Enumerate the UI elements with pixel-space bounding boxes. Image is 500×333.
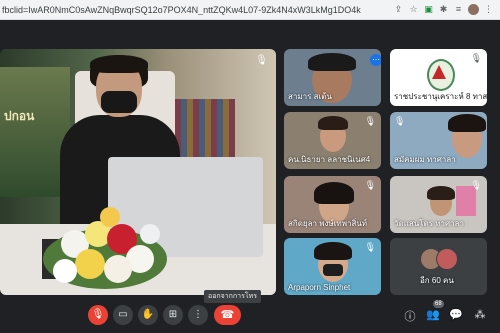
mic-off-icon: 🎙 (364, 116, 376, 126)
participant-name: ราชประชานุเคราะห์ 8 ทาสาลา (394, 92, 487, 101)
participant-tile[interactable]: 🎙 สกิดยุลา พงษ์เทพาสิ่นท์ (284, 176, 381, 233)
camera-toggle-button[interactable]: ▭ (113, 305, 133, 325)
chat-icon[interactable]: 💬 (448, 308, 464, 321)
poster-text: ปกอน (4, 109, 35, 123)
face-mask (323, 264, 343, 276)
profile-avatar[interactable] (468, 4, 479, 15)
participant-tile[interactable]: ⋯ สามาร สเต้น (284, 49, 381, 106)
mic-off-icon: 🎙 (470, 180, 482, 190)
info-icon[interactable]: ⓘ (402, 308, 418, 324)
more-options-button[interactable]: ⋮ (188, 305, 208, 325)
reading-list-icon[interactable]: ≡ (453, 4, 464, 15)
participant-name: คน.นิธายา ลลาชนิเนศ4 (288, 155, 371, 164)
url-text[interactable]: fbclid=IwAR0NmC0sAwZNqBwqrSQ12o7POX4N_nt… (0, 5, 393, 15)
browser-url-bar[interactable]: fbclid=IwAR0NmC0sAwZNqBwqrSQ12o7POX4N_nt… (0, 0, 500, 20)
main-speaker-video[interactable]: ปกอน 🎙 (0, 49, 276, 295)
menu-icon[interactable]: ⋮ (483, 4, 494, 15)
extension-icon[interactable]: ▣ (423, 4, 434, 15)
participant-tile[interactable]: 🎙 ราชประชานุเคราะห์ 8 ทาสาลา (390, 49, 487, 106)
participant-tile[interactable]: 🎙 คน.นิธายา ลลาชนิเนศ4 (284, 112, 381, 169)
raise-hand-button[interactable]: ✋ (138, 305, 158, 325)
end-call-button[interactable]: ☎ (214, 305, 241, 325)
mic-off-icon: 🎙 (255, 55, 268, 66)
participant-tile[interactable]: 🎙 Arpaporn Sinphet (284, 238, 381, 295)
flower-arrangement (43, 207, 167, 289)
mic-toggle-button[interactable]: 🎙 (88, 305, 108, 325)
present-screen-button[interactable]: ⊞ (163, 305, 183, 325)
participant-name: Arpaporn Sinphet (288, 283, 351, 292)
more-participants-tile[interactable]: อีก 60 คน (390, 238, 487, 295)
participant-name: สามาร สเต้น (288, 92, 332, 101)
puzzle-icon[interactable]: ✱ (438, 4, 449, 15)
mic-off-icon: 🎙 (364, 242, 376, 252)
avatar (436, 248, 458, 270)
people-count-badge: 68 (433, 300, 444, 308)
participant-name: สมัคมผม ทาศาลา (394, 155, 456, 164)
tooltip: ออกจากการโทร (204, 290, 261, 303)
participant-name: สกิดยุลา พงษ์เทพาสิ่นท์ (288, 219, 368, 228)
face-mask (101, 91, 137, 113)
mic-off-icon: 🎙 (394, 116, 406, 126)
mic-off-icon: 🎙 (470, 53, 482, 63)
bookmark-star-icon[interactable]: ☆ (408, 4, 419, 15)
mic-off-icon: 🎙 (364, 180, 376, 190)
more-options-icon[interactable]: ⋯ (370, 54, 381, 66)
people-icon[interactable]: 👥 (425, 308, 441, 321)
share-icon[interactable]: ⇪ (393, 4, 404, 15)
activities-icon[interactable]: ⁂ (472, 308, 488, 321)
participant-name: วัดแสนโตร ทาศาลา (394, 219, 464, 228)
browser-toolbar-icons: ⇪ ☆ ▣ ✱ ≡ ⋮ (393, 4, 500, 15)
participant-tile[interactable]: 🎙 สมัคมผม ทาศาลา (390, 112, 487, 169)
participant-tile[interactable]: 🎙 วัดแสนโตร ทาศาลา (390, 176, 487, 233)
more-participants-label: อีก 60 คน (420, 276, 454, 285)
